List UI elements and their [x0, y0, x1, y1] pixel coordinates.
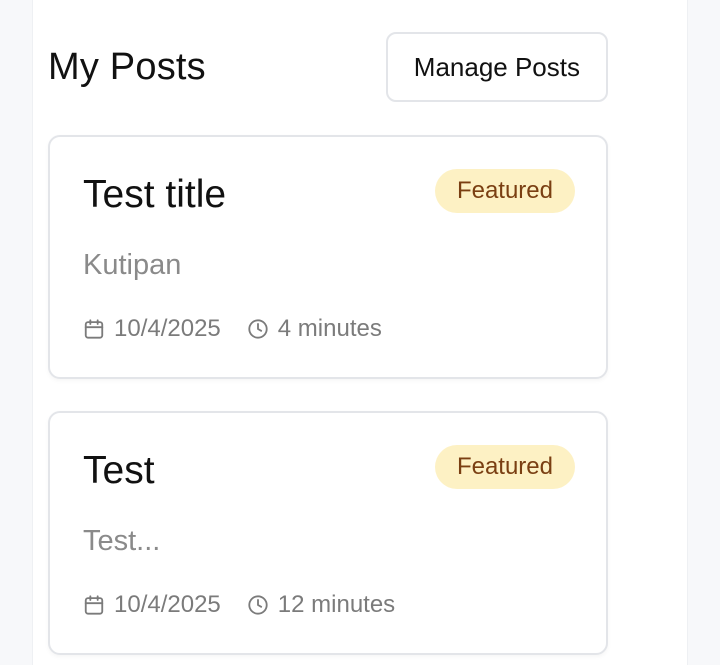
clock-icon: [247, 594, 269, 616]
page-title: My Posts: [48, 45, 206, 88]
post-excerpt: Kutipan: [83, 249, 182, 281]
post-card[interactable]: Test Featured Test... 10/4/2025 12 minut…: [48, 411, 608, 655]
post-date-text: 10/4/2025: [114, 591, 221, 618]
post-meta: 10/4/2025 12 minutes: [83, 591, 421, 619]
calendar-icon: [83, 594, 105, 616]
post-date: 10/4/2025: [83, 315, 221, 343]
post-date-text: 10/4/2025: [114, 315, 221, 342]
post-card[interactable]: Test title Featured Kutipan 10/4/2025 4 …: [48, 135, 608, 379]
clock-icon: [247, 318, 269, 340]
featured-badge: Featured: [434, 445, 575, 489]
post-date: 10/4/2025: [83, 591, 221, 619]
post-read-time: 12 minutes: [247, 591, 395, 619]
post-meta: 10/4/2025 4 minutes: [83, 315, 408, 343]
featured-badge: Featured: [434, 169, 575, 213]
post-title[interactable]: Test title: [83, 173, 226, 217]
post-read-time-text: 4 minutes: [277, 315, 382, 342]
post-read-time-text: 12 minutes: [277, 591, 396, 618]
posts-header: My Posts Manage Posts: [48, 31, 608, 103]
post-title[interactable]: Test: [83, 449, 155, 493]
manage-posts-button[interactable]: Manage Posts: [385, 32, 608, 102]
post-read-time: 4 minutes: [247, 315, 382, 343]
calendar-icon: [83, 318, 105, 340]
post-excerpt: Test...: [83, 525, 161, 557]
